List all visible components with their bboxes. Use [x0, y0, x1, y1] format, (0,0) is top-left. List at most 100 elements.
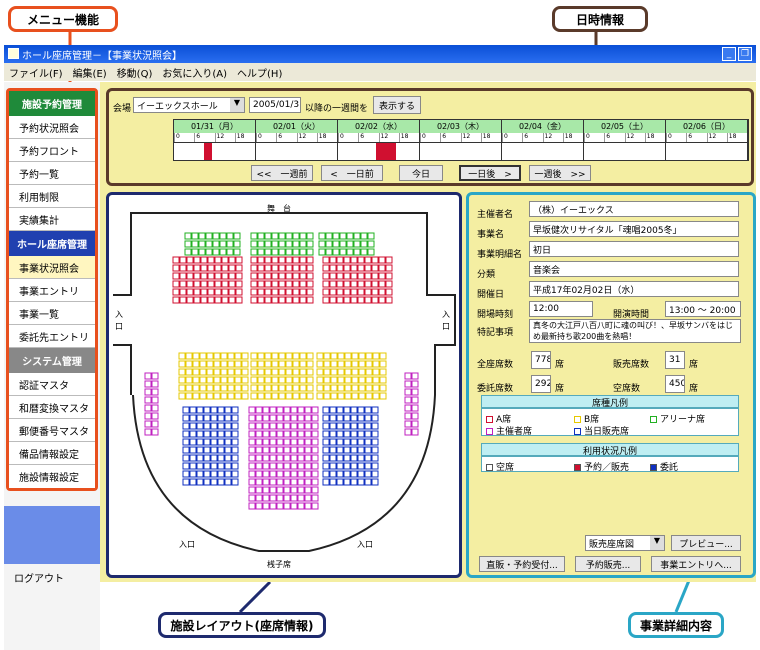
seat[interactable] — [269, 446, 277, 454]
seat[interactable] — [248, 478, 256, 486]
seat[interactable] — [257, 368, 265, 376]
seat[interactable] — [203, 462, 211, 470]
sidebar-item-postal-master[interactable]: 郵便番号マスタ — [9, 419, 95, 442]
seat[interactable] — [189, 438, 197, 446]
seat[interactable] — [297, 430, 305, 438]
seat[interactable] — [241, 352, 249, 360]
seat[interactable] — [248, 406, 256, 414]
seat[interactable] — [255, 406, 263, 414]
seat[interactable] — [228, 296, 236, 304]
seat[interactable] — [290, 454, 298, 462]
seat[interactable] — [378, 256, 386, 264]
seat[interactable] — [364, 446, 372, 454]
seat[interactable] — [350, 256, 358, 264]
seat[interactable] — [214, 272, 222, 280]
seat[interactable] — [336, 288, 344, 296]
seat[interactable] — [350, 438, 358, 446]
seat[interactable] — [350, 462, 358, 470]
seat[interactable] — [330, 352, 338, 360]
seat[interactable] — [264, 272, 272, 280]
seat[interactable] — [343, 288, 351, 296]
seat[interactable] — [207, 264, 215, 272]
seat[interactable] — [316, 368, 324, 376]
seat[interactable] — [358, 392, 366, 400]
seat[interactable] — [227, 384, 235, 392]
seat[interactable] — [255, 462, 263, 470]
seat[interactable] — [285, 288, 293, 296]
seat[interactable] — [336, 272, 344, 280]
seat[interactable] — [228, 256, 236, 264]
seat[interactable] — [231, 462, 239, 470]
seat[interactable] — [299, 232, 307, 240]
seat[interactable] — [364, 470, 372, 478]
seat[interactable] — [257, 232, 265, 240]
seat[interactable] — [353, 240, 361, 248]
seat[interactable] — [255, 470, 263, 478]
seat[interactable] — [269, 478, 277, 486]
day-slot[interactable] — [666, 142, 748, 160]
seat[interactable] — [316, 360, 324, 368]
seat[interactable] — [378, 272, 386, 280]
seat[interactable] — [323, 384, 331, 392]
seat[interactable] — [371, 478, 379, 486]
seat[interactable] — [192, 384, 200, 392]
seat[interactable] — [318, 232, 326, 240]
seat[interactable] — [336, 462, 344, 470]
seat[interactable] — [346, 232, 354, 240]
seat[interactable] — [262, 454, 270, 462]
seat[interactable] — [271, 376, 279, 384]
seat[interactable] — [186, 264, 194, 272]
seat[interactable] — [379, 376, 387, 384]
seat[interactable] — [311, 430, 319, 438]
seat[interactable] — [297, 462, 305, 470]
seat[interactable] — [234, 392, 242, 400]
seat[interactable] — [330, 368, 338, 376]
seat[interactable] — [290, 470, 298, 478]
seat[interactable] — [306, 352, 314, 360]
seat[interactable] — [276, 446, 284, 454]
seat[interactable] — [248, 446, 256, 454]
menu-favorites[interactable]: お気に入り(A) — [157, 65, 232, 80]
seat[interactable] — [304, 406, 312, 414]
seat[interactable] — [199, 384, 207, 392]
seat[interactable] — [248, 494, 256, 502]
seat[interactable] — [297, 486, 305, 494]
seat[interactable] — [193, 256, 201, 264]
seat[interactable] — [262, 478, 270, 486]
seat[interactable] — [276, 478, 284, 486]
seat[interactable] — [234, 384, 242, 392]
seat[interactable] — [248, 502, 256, 510]
seat[interactable] — [217, 438, 225, 446]
seat[interactable] — [193, 296, 201, 304]
seat[interactable] — [196, 430, 204, 438]
seat[interactable] — [299, 264, 307, 272]
seat[interactable] — [337, 360, 345, 368]
seat[interactable] — [336, 430, 344, 438]
seat[interactable] — [306, 280, 314, 288]
seat[interactable] — [385, 280, 393, 288]
seat[interactable] — [172, 272, 180, 280]
seat[interactable] — [206, 352, 214, 360]
seat[interactable] — [336, 406, 344, 414]
seat[interactable] — [276, 486, 284, 494]
seat[interactable] — [283, 406, 291, 414]
seat[interactable] — [311, 494, 319, 502]
seat[interactable] — [189, 406, 197, 414]
seat[interactable] — [262, 446, 270, 454]
seat[interactable] — [304, 462, 312, 470]
seat[interactable] — [144, 388, 152, 396]
seat[interactable] — [297, 470, 305, 478]
seat[interactable] — [339, 232, 347, 240]
total-seats-field[interactable]: 778 — [531, 351, 551, 369]
seat[interactable] — [255, 494, 263, 502]
seat[interactable] — [192, 352, 200, 360]
seat[interactable] — [179, 296, 187, 304]
seat[interactable] — [144, 380, 152, 388]
sidebar-item-reservation-list[interactable]: 予約一覧 — [9, 162, 95, 185]
seat[interactable] — [283, 454, 291, 462]
seat[interactable] — [250, 240, 258, 248]
seat[interactable] — [198, 248, 206, 256]
seat[interactable] — [283, 462, 291, 470]
seat[interactable] — [379, 368, 387, 376]
seat[interactable] — [332, 248, 340, 256]
